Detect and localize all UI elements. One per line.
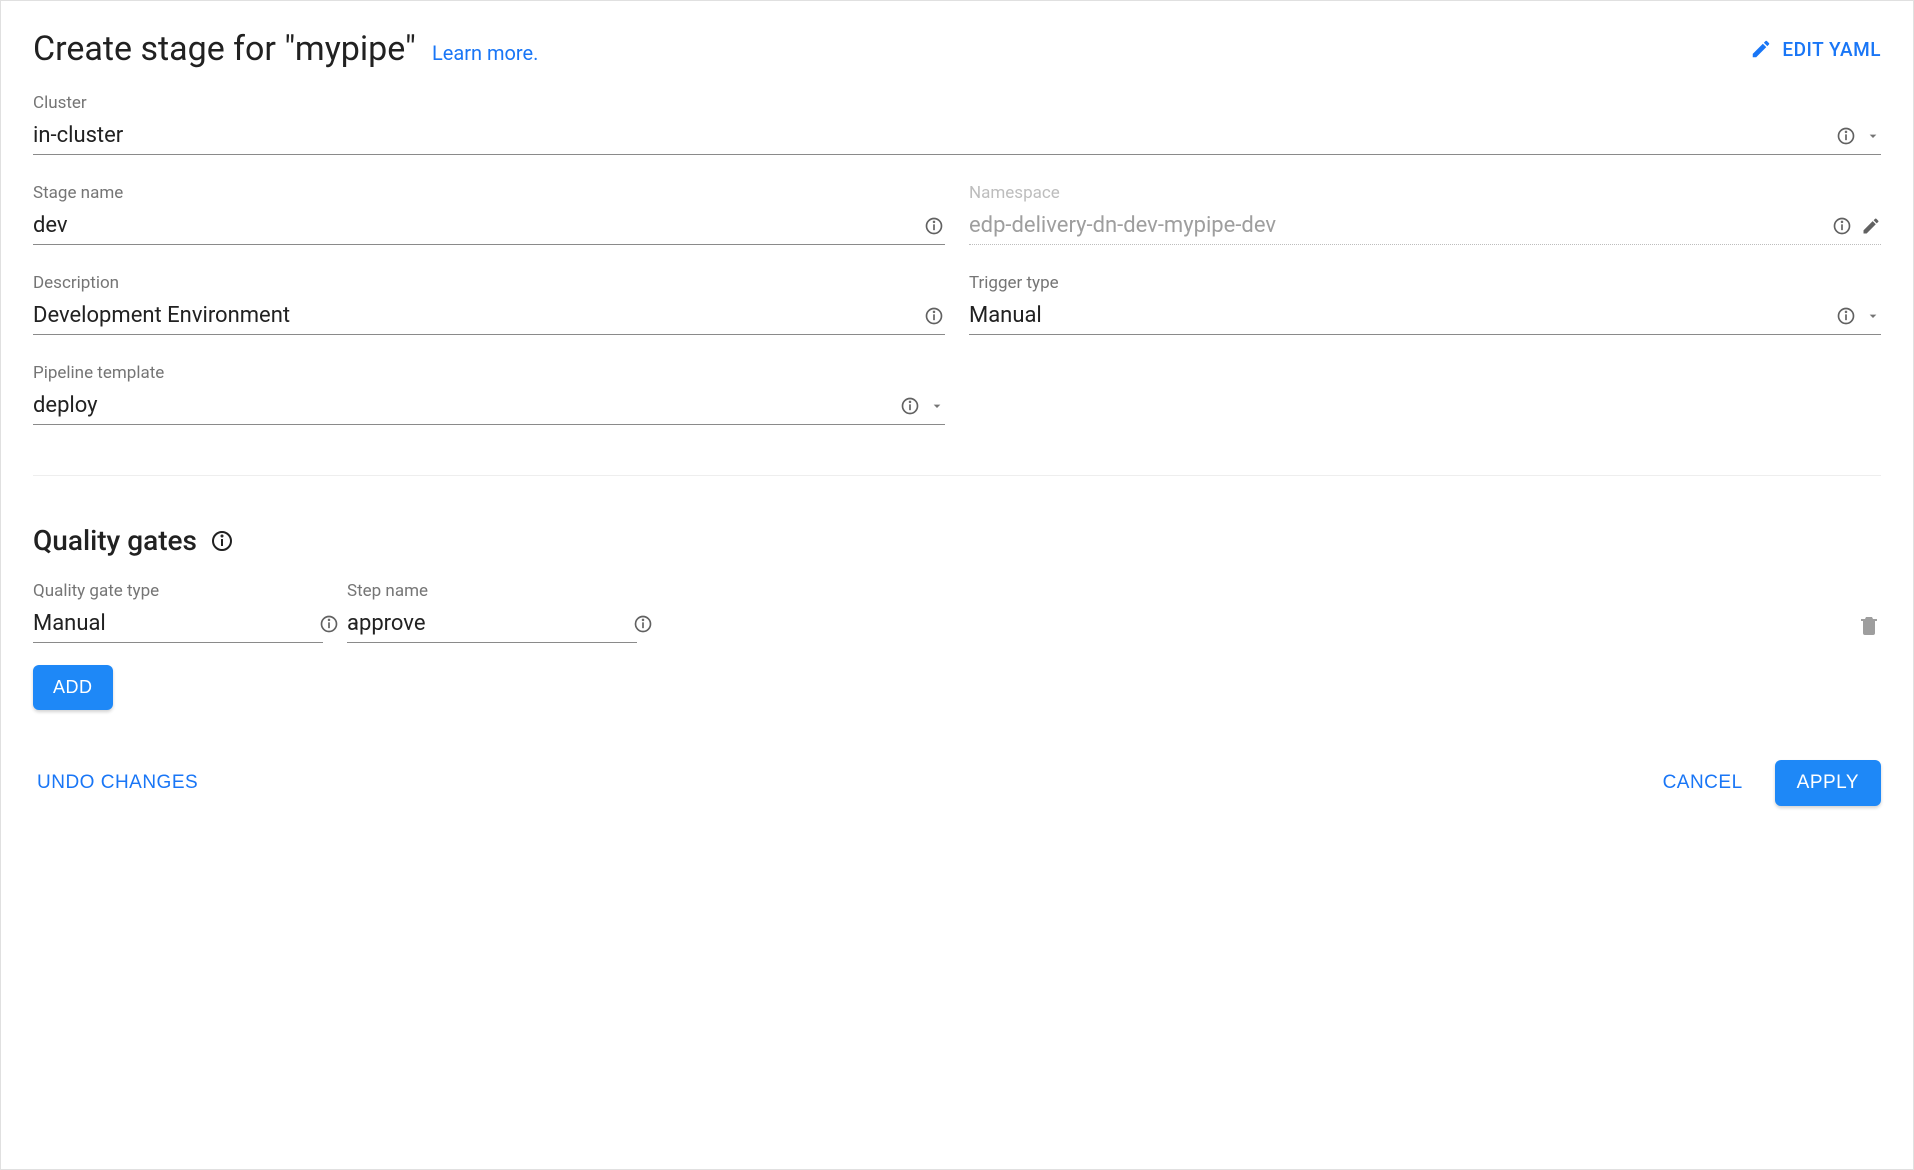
pencil-icon <box>1750 38 1772 60</box>
pipeline-template-select[interactable] <box>33 387 945 425</box>
trash-icon[interactable] <box>1857 613 1881 643</box>
info-icon[interactable] <box>1835 125 1857 147</box>
cluster-label: Cluster <box>33 93 1881 113</box>
step-name-input[interactable] <box>347 611 625 636</box>
info-icon[interactable] <box>633 613 653 635</box>
cluster-value[interactable] <box>33 123 1827 148</box>
learn-more-link[interactable]: Learn more. <box>432 41 538 65</box>
quality-gates-title: Quality gates <box>33 524 197 557</box>
trigger-type-label: Trigger type <box>969 273 1881 293</box>
description-input[interactable] <box>33 303 915 328</box>
dialog-title: Create stage for "mypipe" <box>33 29 416 69</box>
info-icon[interactable] <box>923 215 945 237</box>
pipeline-template-value[interactable] <box>33 393 891 418</box>
step-name-field: Step name <box>347 581 637 643</box>
info-icon[interactable] <box>899 395 921 417</box>
quality-gate-type-value[interactable] <box>33 611 311 636</box>
pencil-icon[interactable] <box>1861 216 1881 236</box>
trigger-type-select[interactable] <box>969 297 1881 335</box>
form-grid: Cluster Stage name Name <box>33 93 1881 476</box>
stage-name-field: Stage name <box>33 183 945 245</box>
info-icon[interactable] <box>1831 215 1853 237</box>
add-button[interactable]: ADD <box>33 665 113 710</box>
quality-gate-type-select[interactable] <box>33 605 323 643</box>
pipeline-template-field: Pipeline template <box>33 363 945 425</box>
stage-name-input-row <box>33 207 945 245</box>
cluster-select[interactable] <box>33 117 1881 155</box>
chevron-down-icon <box>1865 128 1881 144</box>
section-divider <box>33 475 1881 476</box>
info-icon[interactable] <box>319 613 339 635</box>
create-stage-dialog: Create stage for "mypipe" Learn more. ED… <box>0 0 1914 1170</box>
step-name-label: Step name <box>347 581 637 601</box>
stage-name-input[interactable] <box>33 213 915 238</box>
info-icon[interactable] <box>1835 305 1857 327</box>
namespace-field: Namespace <box>969 183 1881 245</box>
info-icon[interactable] <box>923 305 945 327</box>
chevron-down-icon <box>929 398 945 414</box>
edit-yaml-label: EDIT YAML <box>1782 38 1881 61</box>
pipeline-template-label: Pipeline template <box>33 363 945 383</box>
stage-name-label: Stage name <box>33 183 945 203</box>
trigger-type-value[interactable] <box>969 303 1827 328</box>
apply-button[interactable]: APPLY <box>1775 760 1881 806</box>
quality-gate-type-field: Quality gate type <box>33 581 323 643</box>
chevron-down-icon <box>1865 308 1881 324</box>
description-field: Description <box>33 273 945 335</box>
title-wrap: Create stage for "mypipe" Learn more. <box>33 29 538 69</box>
edit-yaml-button[interactable]: EDIT YAML <box>1750 38 1881 61</box>
namespace-input-row <box>969 207 1881 245</box>
quality-gate-type-label: Quality gate type <box>33 581 323 601</box>
step-name-input-row <box>347 605 637 643</box>
cancel-button[interactable]: CANCEL <box>1659 764 1747 802</box>
description-label: Description <box>33 273 945 293</box>
info-icon[interactable] <box>209 528 235 554</box>
description-input-row <box>33 297 945 335</box>
undo-changes-button[interactable]: UNDO CHANGES <box>33 764 202 802</box>
quality-gates-header: Quality gates <box>33 524 1881 557</box>
dialog-footer: UNDO CHANGES CANCEL APPLY <box>33 750 1881 806</box>
trigger-type-field: Trigger type <box>969 273 1881 335</box>
cluster-field: Cluster <box>33 93 1881 155</box>
namespace-label: Namespace <box>969 183 1881 203</box>
namespace-input[interactable] <box>969 213 1823 238</box>
dialog-header: Create stage for "mypipe" Learn more. ED… <box>33 29 1881 69</box>
quality-gate-row: Quality gate type Step name <box>33 581 1881 643</box>
